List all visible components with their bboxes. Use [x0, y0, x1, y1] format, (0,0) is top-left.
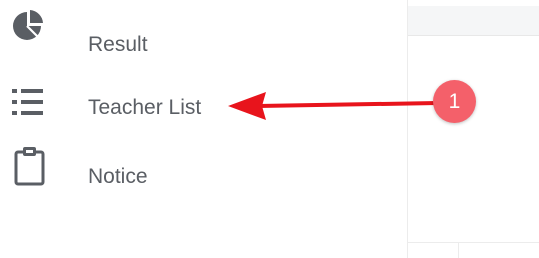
sidebar-item-label: Teacher List — [88, 96, 202, 119]
clipboard-icon — [13, 146, 49, 186]
screenshot-canvas: Result Teacher List Notice 1 — [0, 0, 539, 258]
list-icon — [10, 85, 46, 121]
annotation-badge: 1 — [433, 80, 476, 123]
annotation-badge-number: 1 — [448, 90, 461, 113]
content-header — [408, 6, 539, 36]
pie-chart-icon — [10, 8, 46, 44]
sidebar-item-result[interactable]: Result — [0, 10, 320, 60]
sidebar-item-notice[interactable]: Notice — [0, 147, 320, 192]
sidebar: Result Teacher List Notice — [0, 0, 408, 258]
sidebar-item-label: Result — [88, 33, 148, 56]
sidebar-item-label: Notice — [88, 165, 148, 188]
divider — [458, 243, 459, 258]
content-panel — [407, 0, 539, 258]
sidebar-item-teacher-list[interactable]: Teacher List — [0, 88, 320, 128]
divider — [408, 242, 539, 243]
